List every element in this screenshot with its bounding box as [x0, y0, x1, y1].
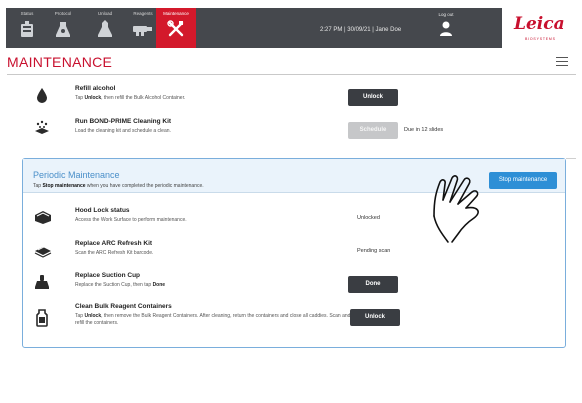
- item-description: Scan the ARC Refresh Kit barcode.: [75, 250, 154, 256]
- task-title: Run BOND-PRIME Cleaning Kit: [75, 118, 172, 125]
- unlock-alcohol-button[interactable]: Unlock: [348, 89, 398, 106]
- tab-maintenance[interactable]: Maintenance: [156, 8, 196, 48]
- hood-lock-icon: [35, 211, 51, 224]
- due-status: Due in 12 slides: [404, 127, 444, 133]
- alcohol-drop-icon: [37, 88, 47, 103]
- item-suction-cup: Replace Suction Cup Replace the Suction …: [34, 272, 554, 302]
- tab-protocol[interactable]: Protocol: [46, 8, 80, 48]
- protocol-flask-icon: [56, 22, 70, 37]
- panel-instructions: Tap Stop maintenance when you have compl…: [33, 183, 204, 189]
- reagents-icon: [133, 26, 152, 36]
- cleaning-kit-icon: [35, 120, 49, 134]
- tab-status-label: Status: [20, 11, 34, 16]
- stop-maintenance-button[interactable]: Stop maintenance: [489, 172, 557, 189]
- screen: Status Protocol Unload Reagents Maintena…: [0, 0, 582, 403]
- tab-unload[interactable]: Unload: [88, 8, 122, 48]
- page-title: MAINTENANCE: [7, 54, 113, 70]
- item-description: Access the Work Surface to perform maint…: [75, 217, 187, 223]
- brand-name: Leica: [514, 14, 565, 34]
- tools-icon: [167, 20, 184, 37]
- tab-reagents[interactable]: Reagents: [126, 8, 160, 48]
- panel-title: Periodic Maintenance: [33, 170, 120, 180]
- done-button[interactable]: Done: [348, 276, 398, 293]
- unlock-reagent-button[interactable]: Unlock: [350, 309, 400, 326]
- item-title: Clean Bulk Reagent Containers: [75, 303, 172, 310]
- logout-label: Log out: [438, 12, 454, 17]
- tab-reagents-label: Reagents: [133, 11, 153, 16]
- suction-cup-icon: [35, 275, 49, 289]
- task-description: Load the cleaning kit and schedule a cle…: [75, 128, 171, 134]
- item-description: Replace the Suction Cup, then tap Done: [75, 282, 166, 288]
- task-title: Refill alcohol: [75, 85, 116, 92]
- tab-protocol-label: Protocol: [54, 11, 72, 16]
- status-line: 2:27 PM | 30/09/21 | Jane Doe: [320, 27, 402, 33]
- task-description: Tap Unlock, then refill the Bulk Alcohol…: [75, 95, 186, 101]
- item-description: Tap Unlock, then remove the Bulk Reagent…: [75, 313, 351, 326]
- tab-status[interactable]: Status: [10, 8, 44, 48]
- user-icon: [440, 21, 452, 36]
- arc-kit-icon: [34, 245, 52, 258]
- item-arc-refresh-kit: Replace ARC Refresh Kit Scan the ARC Ref…: [34, 240, 554, 270]
- title-divider: [7, 74, 576, 75]
- brand-sub: BIOSYSTEMS: [525, 37, 556, 41]
- item-title: Replace ARC Refresh Kit: [75, 240, 153, 247]
- reagent-container-icon: [36, 309, 48, 327]
- slide-tray-icon: [21, 21, 33, 37]
- logout-button[interactable]: Log out: [424, 8, 468, 48]
- hamburger-menu-icon[interactable]: [556, 57, 568, 67]
- right-edge-line: [566, 158, 576, 159]
- tap-hand-icon: [433, 175, 479, 243]
- tab-maintenance-label: Maintenance: [163, 11, 189, 16]
- top-bar: Status Protocol Unload Reagents Maintena…: [6, 8, 576, 48]
- item-title: Hood Lock status: [75, 207, 130, 214]
- item-title: Replace Suction Cup: [75, 272, 141, 279]
- brand-logo: Leica BIOSYSTEMS: [502, 8, 576, 48]
- unload-flask-icon: [98, 20, 112, 37]
- tab-unload-label: Unload: [97, 11, 113, 16]
- task-refill-alcohol: Refill alcohol Tap Unlock, then refill t…: [34, 85, 554, 115]
- schedule-button[interactable]: Schedule: [348, 122, 398, 139]
- arc-kit-status: Pending scan: [357, 248, 391, 254]
- task-cleaning-kit: Run BOND-PRIME Cleaning Kit Load the cle…: [34, 118, 554, 148]
- item-bulk-reagent-containers: Clean Bulk Reagent Containers Tap Unlock…: [34, 303, 554, 343]
- hood-lock-status: Unlocked: [357, 215, 380, 221]
